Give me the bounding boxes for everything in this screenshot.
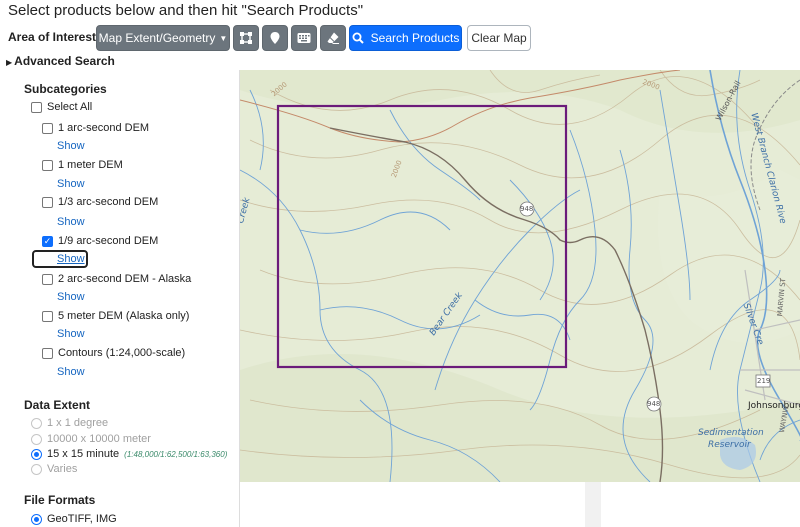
search-products-button[interactable]: Search Products	[349, 25, 462, 51]
eraser-icon	[327, 32, 339, 44]
clear-map-button[interactable]: Clear Map	[467, 25, 531, 51]
subcategory-checkbox[interactable]	[42, 122, 53, 134]
show-link-1-9-arc-second[interactable]: Show	[57, 253, 85, 265]
filter-sidebar: Subcategories Select All 1 arc-second DE…	[0, 70, 240, 527]
enter-coordinates-button[interactable]	[291, 25, 317, 51]
extent-scale-note: (1:48,000/1:62,500/1:63,360)	[124, 449, 228, 459]
format-option-geotiff-img[interactable]: GeoTIFF, IMG	[31, 513, 117, 525]
map-footer-blank	[240, 482, 800, 527]
area-of-interest-label: Area of Interest:	[8, 30, 101, 44]
add-point-button[interactable]	[262, 25, 288, 51]
advanced-search-label: Advanced Search	[14, 54, 115, 68]
advanced-search-toggle[interactable]: ▶ Advanced Search	[6, 54, 115, 68]
route-219-label: 219	[757, 377, 771, 385]
subcategory-2-arc-second-dem-alaska[interactable]: 2 arc-second DEM - Alaska	[42, 273, 191, 285]
extent-radio[interactable]	[31, 433, 42, 445]
subcategory-1-meter-dem[interactable]: 1 meter DEM	[42, 159, 123, 171]
search-icon	[352, 32, 364, 44]
map-extent-geometry-dropdown[interactable]: Map Extent/Geometry ▼	[96, 25, 230, 51]
sedimentation-label: Sedimentation	[698, 428, 764, 438]
show-link-1-3-arc-second[interactable]: Show	[57, 216, 85, 228]
subcategory-1-arc-second-dem[interactable]: 1 arc-second DEM	[42, 122, 149, 134]
data-extent-title: Data Extent	[24, 398, 91, 412]
search-products-label: Search Products	[370, 31, 460, 45]
subcategory-1-3-arc-second-dem[interactable]: 1/3 arc-second DEM	[42, 196, 158, 208]
route-948-label: 948	[520, 205, 534, 213]
extent-radio-selected[interactable]	[31, 448, 42, 460]
subcategory-checkbox[interactable]	[42, 273, 53, 285]
caret-down-icon: ▼	[219, 33, 228, 43]
subcategories-title: Subcategories	[24, 82, 107, 96]
subcategory-checkbox-checked[interactable]: ✓	[42, 235, 53, 247]
extent-label: Varies	[47, 463, 78, 475]
show-link-contours[interactable]: Show	[57, 366, 85, 378]
subcategory-label: 5 meter DEM (Alaska only)	[58, 310, 190, 322]
subcategory-checkbox[interactable]	[42, 347, 53, 359]
extent-label: 15 x 15 minute	[47, 448, 120, 460]
extent-option-15x15-minute[interactable]: 15 x 15 minute (1:48,000/1:62,500/1:63,3…	[31, 448, 227, 460]
subcategory-checkbox[interactable]	[42, 310, 53, 322]
scrollbar-strip[interactable]	[585, 482, 601, 527]
extent-radio[interactable]	[31, 417, 42, 429]
show-link-1-arc-second[interactable]: Show	[57, 140, 85, 152]
subcategory-label: Contours (1:24,000-scale)	[58, 347, 186, 359]
subcategory-label: 1 arc-second DEM	[58, 122, 150, 134]
clear-map-label: Clear Map	[471, 31, 527, 45]
extent-radio[interactable]	[31, 463, 42, 475]
subcategory-contours[interactable]: Contours (1:24,000-scale)	[42, 347, 185, 359]
subcategory-label: 1 meter DEM	[58, 159, 123, 171]
reservoir-label: Reservoir	[708, 440, 751, 450]
subcategory-label: 1/9 arc-second DEM	[58, 235, 159, 247]
select-all-label: Select All	[47, 101, 93, 113]
terrain-shading	[240, 70, 800, 482]
page-heading: Select products below and then hit "Sear…	[8, 2, 364, 19]
bounding-box-icon	[240, 32, 252, 44]
subcategory-label: 2 arc-second DEM - Alaska	[58, 273, 192, 285]
subcategory-5-meter-dem[interactable]: 5 meter DEM (Alaska only)	[42, 310, 189, 322]
extent-option-varies[interactable]: Varies	[31, 463, 77, 475]
show-link-2-arc-second[interactable]: Show	[57, 291, 85, 303]
subcategory-label: 1/3 arc-second DEM	[58, 196, 159, 208]
show-link-5-meter[interactable]: Show	[57, 328, 85, 340]
map-marker-icon	[270, 32, 280, 44]
draw-box-button[interactable]	[233, 25, 259, 51]
keyboard-icon	[297, 33, 311, 43]
dropdown-label: Map Extent/Geometry	[98, 31, 216, 45]
extent-label: 1 x 1 degree	[47, 417, 109, 429]
subcategory-1-9-arc-second-dem[interactable]: ✓ 1/9 arc-second DEM	[42, 235, 158, 247]
route-948-label: 948	[647, 400, 661, 408]
select-all-row[interactable]: Select All	[31, 101, 92, 113]
johnsonburg-label: Johnsonburg	[748, 401, 800, 411]
extent-option-10000-meter[interactable]: 10000 x 10000 meter	[31, 433, 151, 445]
erase-button[interactable]	[320, 25, 346, 51]
format-radio-selected[interactable]	[31, 513, 42, 525]
show-link-1-meter[interactable]: Show	[57, 178, 85, 190]
subcategory-checkbox[interactable]	[42, 159, 53, 171]
caret-right-icon: ▶	[6, 58, 13, 67]
extent-option-1x1-degree[interactable]: 1 x 1 degree	[31, 417, 108, 429]
extent-label: 10000 x 10000 meter	[47, 433, 151, 445]
format-label: GeoTIFF, IMG	[47, 513, 117, 525]
subcategory-checkbox[interactable]	[42, 196, 53, 208]
select-all-checkbox[interactable]	[31, 101, 42, 113]
map-viewer[interactable]: 948 948 219 Bear Creek Creek 2000 2000 2…	[240, 70, 800, 482]
topographic-map	[240, 70, 800, 482]
file-formats-title: File Formats	[24, 493, 96, 507]
